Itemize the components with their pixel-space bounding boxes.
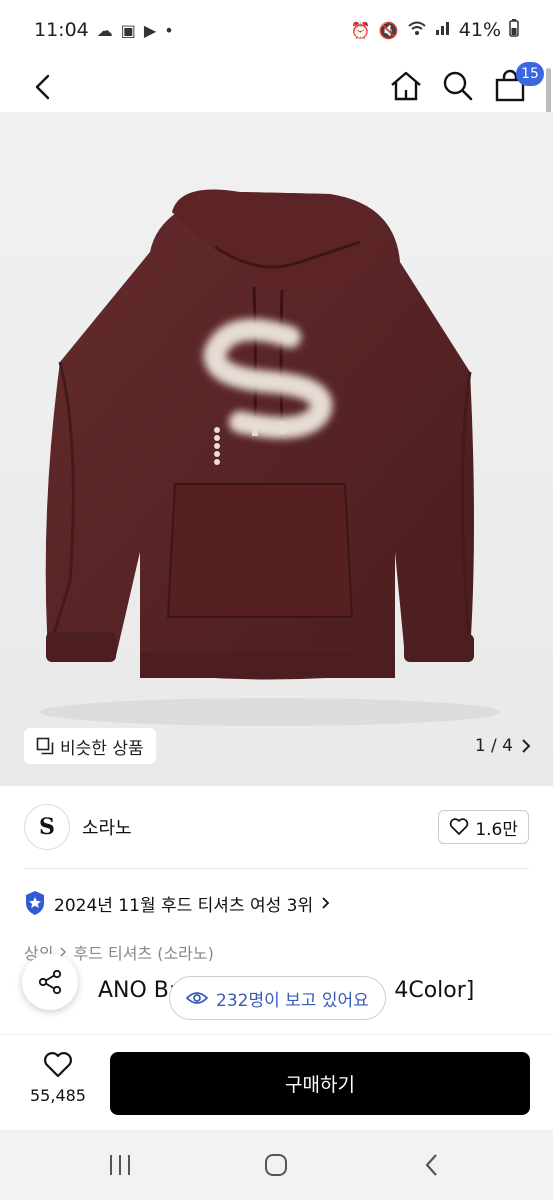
chevron-right-icon <box>322 897 330 909</box>
status-left: 11:04 ☁ ▣ ▶ • <box>34 19 174 41</box>
back-nav-button[interactable] <box>412 1150 452 1180</box>
brand-logo[interactable]: S <box>24 804 70 850</box>
gallery-icon: ▣ <box>120 20 136 40</box>
buy-button[interactable]: 구매하기 <box>110 1052 530 1115</box>
share-icon <box>38 969 62 995</box>
recent-apps-button[interactable] <box>100 1150 140 1180</box>
wishlist-count: 55,485 <box>30 1086 86 1105</box>
home-button[interactable] <box>388 68 424 104</box>
product-image-carousel[interactable]: 비슷한 상품 1 / 4 <box>0 112 553 786</box>
search-icon <box>443 71 473 101</box>
copy-icon <box>36 737 54 755</box>
viewers-text: 232명이 보고 있어요 <box>216 990 369 1011</box>
home-nav-button[interactable] <box>256 1150 296 1180</box>
ranking-link[interactable]: 2024년 11월 후드 티셔츠 여성 3위 <box>24 890 330 916</box>
product-title-end: 4Color] <box>394 978 475 1003</box>
viewers-count-pill: 232명이 보고 있어요 <box>169 976 386 1020</box>
brand-like-button[interactable]: 1.6만 <box>438 810 529 844</box>
brand-name[interactable]: 소라노 <box>82 814 132 840</box>
wishlist-button[interactable]: 55,485 <box>22 1051 94 1105</box>
similar-products-label: 비슷한 상품 <box>60 738 144 759</box>
more-notifications-icon: • <box>164 20 174 40</box>
cloud-icon: ☁ <box>96 20 113 40</box>
share-button[interactable] <box>22 954 78 1010</box>
status-right: ⏰ 🔇 41% <box>351 19 519 41</box>
battery-icon <box>509 19 519 41</box>
image-pager-text: 1 / 4 <box>474 736 513 756</box>
search-button[interactable] <box>440 68 476 104</box>
heart-icon <box>450 818 469 835</box>
image-pager[interactable]: 1 / 4 <box>475 728 531 764</box>
ranking-badge-icon <box>26 891 44 915</box>
eye-icon <box>186 992 208 1004</box>
signal-icon <box>435 20 451 40</box>
back-arrow-icon <box>35 74 50 100</box>
battery-percent: 41% <box>458 19 501 41</box>
back-chevron-icon <box>425 1154 437 1176</box>
buy-bar: 55,485 구매하기 <box>0 1034 553 1131</box>
recent-apps-icon <box>110 1155 130 1175</box>
alarm-icon: ⏰ <box>350 20 371 40</box>
back-button[interactable] <box>26 70 60 104</box>
divider <box>24 868 529 869</box>
brand-row[interactable]: S 소라노 1.6만 <box>0 796 553 866</box>
cart-count-badge: 15 <box>516 62 544 86</box>
heart-icon <box>44 1052 72 1078</box>
breadcrumb-item-hoodie[interactable]: 후드 티셔츠 (소라노) <box>73 940 213 964</box>
similar-products-button[interactable]: 비슷한 상품 <box>24 728 156 764</box>
app-bar: 15 <box>0 60 553 112</box>
home-circle-icon <box>265 1154 287 1176</box>
product-photo-hoodie <box>40 189 500 726</box>
youtube-icon: ▶ <box>143 20 157 40</box>
cart-button[interactable]: 15 <box>492 62 544 104</box>
system-nav-bar <box>0 1130 553 1200</box>
ranking-text: 2024년 11월 후드 티셔츠 여성 3위 <box>54 895 314 916</box>
status-time: 11:04 <box>34 19 89 41</box>
home-icon <box>391 71 421 101</box>
chevron-right-icon <box>522 739 531 753</box>
mute-icon: 🔇 <box>378 20 399 40</box>
status-bar: 11:04 ☁ ▣ ▶ • ⏰ 🔇 41% <box>0 0 553 60</box>
wifi-icon <box>407 20 427 40</box>
brand-like-count: 1.6만 <box>475 819 518 840</box>
